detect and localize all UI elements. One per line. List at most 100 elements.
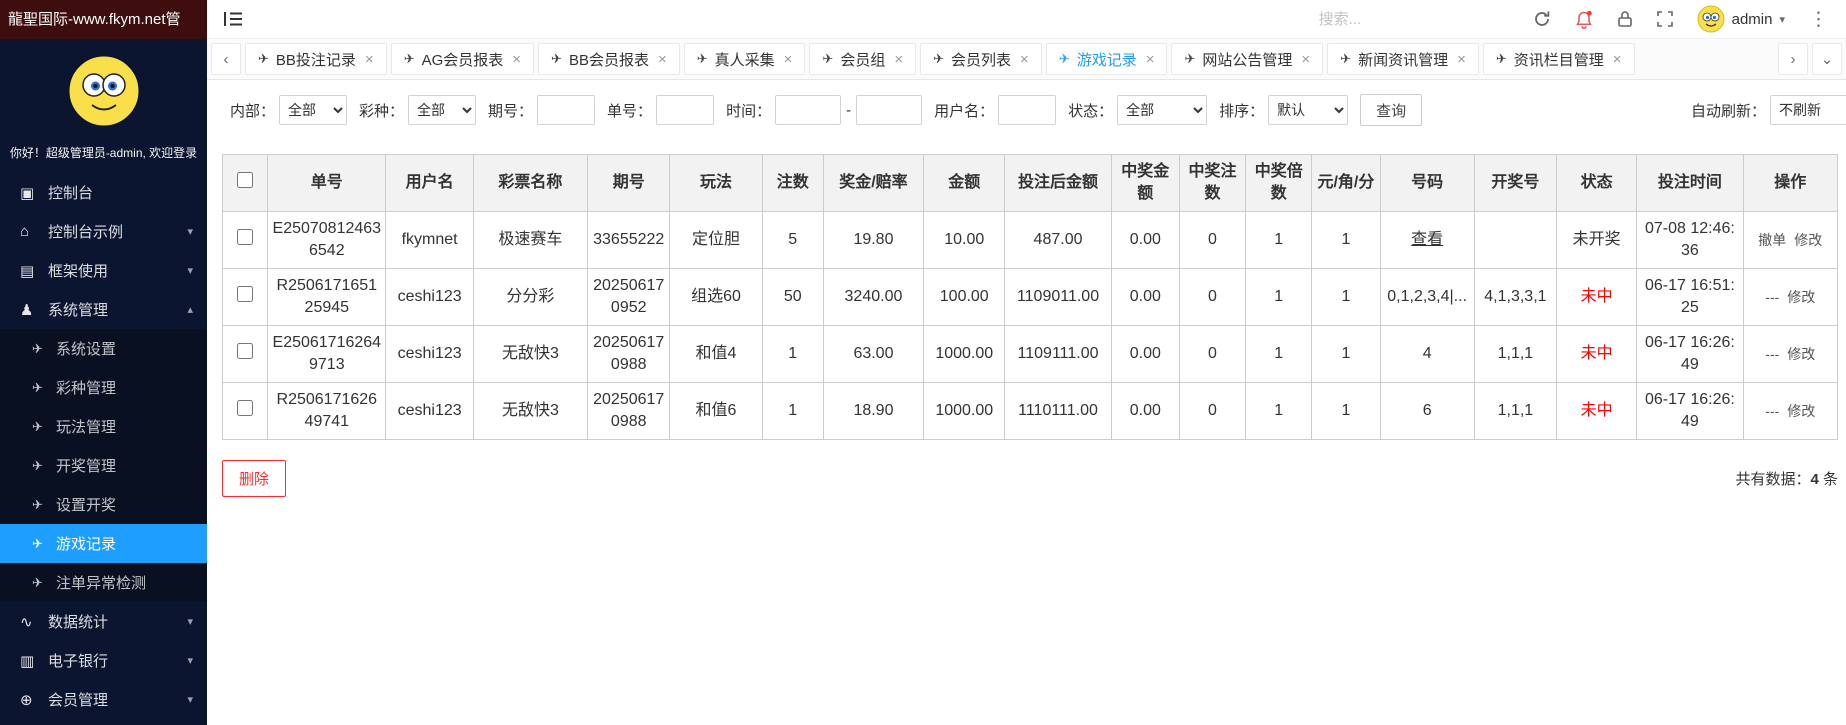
cell-amount: 10.00: [923, 211, 1006, 269]
sidebar-subitem-label: 注单异常检测: [56, 575, 147, 592]
cell-win_bets: 0: [1178, 268, 1247, 326]
lottery-filter-select[interactable]: 全部: [408, 95, 477, 125]
select-all-checkbox[interactable]: [237, 171, 254, 188]
tab-close-icon[interactable]: ×: [658, 51, 667, 68]
auto-refresh-select[interactable]: 不刷新: [1770, 95, 1846, 125]
action-edit[interactable]: 修改: [1787, 346, 1815, 362]
username-input[interactable]: [998, 95, 1057, 125]
sidebar-subitem-set-draw[interactable]: ✈ 设置开奖: [0, 485, 207, 524]
action-cancel[interactable]: ---: [1765, 346, 1779, 362]
column-header: 金额: [923, 154, 1006, 212]
sidebar-subitem-lottery-manage[interactable]: ✈ 彩种管理: [0, 368, 207, 407]
sidebar-item-console[interactable]: ▣ 控制台: [0, 173, 207, 212]
column-header: 用户名: [385, 154, 474, 212]
leaf-icon: ✈: [32, 457, 43, 473]
action-edit[interactable]: 修改: [1787, 403, 1815, 419]
cell-unit: 1: [1311, 325, 1381, 383]
cell-win_amount: 0.00: [1110, 325, 1180, 383]
cell-draw-number: [1473, 211, 1558, 269]
tab-live-collect[interactable]: ✈ 真人采集 ×: [683, 43, 806, 75]
user-menu[interactable]: admin ▾: [1697, 5, 1785, 33]
search-input[interactable]: [1318, 10, 1479, 28]
notification-bell-icon[interactable]: [1575, 10, 1593, 29]
cell-unit: 1: [1311, 211, 1381, 269]
time-filter-label: 时间：: [726, 102, 772, 120]
cell-lottery: 无敌快3: [472, 382, 589, 440]
chevron-down-icon: ▾: [1779, 13, 1785, 26]
cell-order_no: E250617162649713: [267, 325, 387, 383]
tab-label: 网站公告管理: [1202, 51, 1293, 69]
tab-close-icon[interactable]: ×: [1301, 51, 1310, 68]
search-button[interactable]: 查询: [1360, 94, 1423, 126]
column-header: 号码: [1379, 154, 1475, 212]
issue-input[interactable]: [537, 95, 596, 125]
action-cancel[interactable]: 撤单: [1758, 232, 1786, 248]
action-edit[interactable]: 修改: [1787, 289, 1815, 305]
sidebar-subitem-draw-manage[interactable]: ✈ 开奖管理: [0, 446, 207, 485]
sidebar-subitem-label: 玩法管理: [56, 419, 117, 436]
tab-bb-member-report[interactable]: ✈ BB会员报表 ×: [538, 43, 680, 75]
order-input[interactable]: [656, 95, 715, 125]
tab-close-icon[interactable]: ×: [1146, 51, 1155, 68]
sidebar-item-label: 数据统计: [48, 614, 109, 631]
view-numbers-link[interactable]: 查看: [1411, 231, 1443, 248]
sidebar-subitem-order-anomaly[interactable]: ✈ 注单异常检测: [0, 563, 207, 602]
tabs-dropdown-icon[interactable]: ⌄: [1812, 43, 1842, 75]
time-start-input[interactable]: [775, 95, 842, 125]
sort-filter-select[interactable]: 默认: [1268, 95, 1349, 125]
lock-icon[interactable]: [1617, 10, 1633, 28]
sidebar-item-members[interactable]: ⊕ 会员管理 ▾: [0, 680, 207, 719]
tab-icon: ✈: [1340, 51, 1352, 66]
tab-news-manage[interactable]: ✈ 新闻资讯管理 ×: [1327, 43, 1479, 75]
action-edit[interactable]: 修改: [1794, 232, 1822, 248]
sidebar-subitem-play-manage[interactable]: ✈ 玩法管理: [0, 407, 207, 446]
action-cancel[interactable]: ---: [1765, 289, 1779, 305]
row-checkbox[interactable]: [237, 399, 254, 416]
sidebar-subitem-system-settings[interactable]: ✈ 系统设置: [0, 329, 207, 368]
tab-close-icon[interactable]: ×: [365, 51, 374, 68]
tab-ag-member-report[interactable]: ✈ AG会员报表 ×: [390, 43, 535, 75]
delete-button[interactable]: 删除: [222, 460, 287, 497]
tab-close-icon[interactable]: ×: [512, 51, 521, 68]
row-checkbox[interactable]: [237, 285, 254, 302]
chevron-down-icon: ▾: [187, 616, 193, 628]
chevron-down-icon: ▾: [187, 694, 193, 706]
row-checkbox[interactable]: [237, 342, 254, 359]
tab-close-icon[interactable]: ×: [1020, 51, 1029, 68]
leaf-icon: ✈: [32, 574, 43, 590]
sidebar-item-system[interactable]: ♟ 系统管理 ▴: [0, 290, 207, 329]
status-filter-select[interactable]: 全部: [1117, 95, 1208, 125]
tab-game-records[interactable]: ✈ 游戏记录 ×: [1045, 43, 1168, 75]
action-cancel[interactable]: ---: [1765, 403, 1779, 419]
leaf-icon: ✈: [32, 379, 43, 395]
tab-close-icon[interactable]: ×: [894, 51, 903, 68]
time-end-input[interactable]: [856, 95, 923, 125]
chevron-up-icon: ▴: [187, 304, 193, 316]
more-options-icon[interactable]: ⋮: [1809, 10, 1828, 29]
tab-close-icon[interactable]: ×: [784, 51, 793, 68]
tab-member-list[interactable]: ✈ 会员列表 ×: [920, 43, 1042, 75]
tab-news-category[interactable]: ✈ 资讯栏目管理 ×: [1482, 43, 1635, 75]
cell-status: 未中: [1556, 325, 1638, 383]
sidebar-subitem-game-records[interactable]: ✈ 游戏记录: [0, 524, 207, 563]
sidebar-item-framework[interactable]: ▤ 框架使用 ▾: [0, 251, 207, 290]
cell-issue: 202506170952: [587, 268, 671, 326]
sidebar-item-data-stats[interactable]: ∿ 数据统计 ▾: [0, 602, 207, 641]
row-checkbox[interactable]: [237, 228, 254, 245]
tabs-scroll-right-icon[interactable]: ›: [1778, 43, 1808, 75]
tab-close-icon[interactable]: ×: [1457, 51, 1466, 68]
collapse-sidebar-icon[interactable]: [223, 11, 243, 27]
cell-play: 和值6: [669, 382, 763, 440]
column-header: 奖金/赔率: [822, 154, 925, 212]
auto-refresh-label: 自动刷新：: [1690, 102, 1766, 120]
fullscreen-icon[interactable]: [1656, 11, 1673, 27]
internal-filter-select[interactable]: 全部: [279, 95, 348, 125]
tabs-scroll-left-icon[interactable]: ‹: [211, 43, 241, 75]
refresh-icon[interactable]: [1533, 10, 1551, 28]
sidebar-item-console-demo[interactable]: ⌂ 控制台示例 ▾: [0, 212, 207, 251]
tab-site-announcement[interactable]: ✈ 网站公告管理 ×: [1171, 43, 1324, 75]
tab-close-icon[interactable]: ×: [1613, 51, 1622, 68]
sidebar-item-e-bank[interactable]: ▥ 电子银行 ▾: [0, 641, 207, 680]
tab-bb-bet-records[interactable]: ✈ BB投注记录 ×: [245, 43, 387, 75]
tab-member-group[interactable]: ✈ 会员组 ×: [809, 43, 917, 75]
